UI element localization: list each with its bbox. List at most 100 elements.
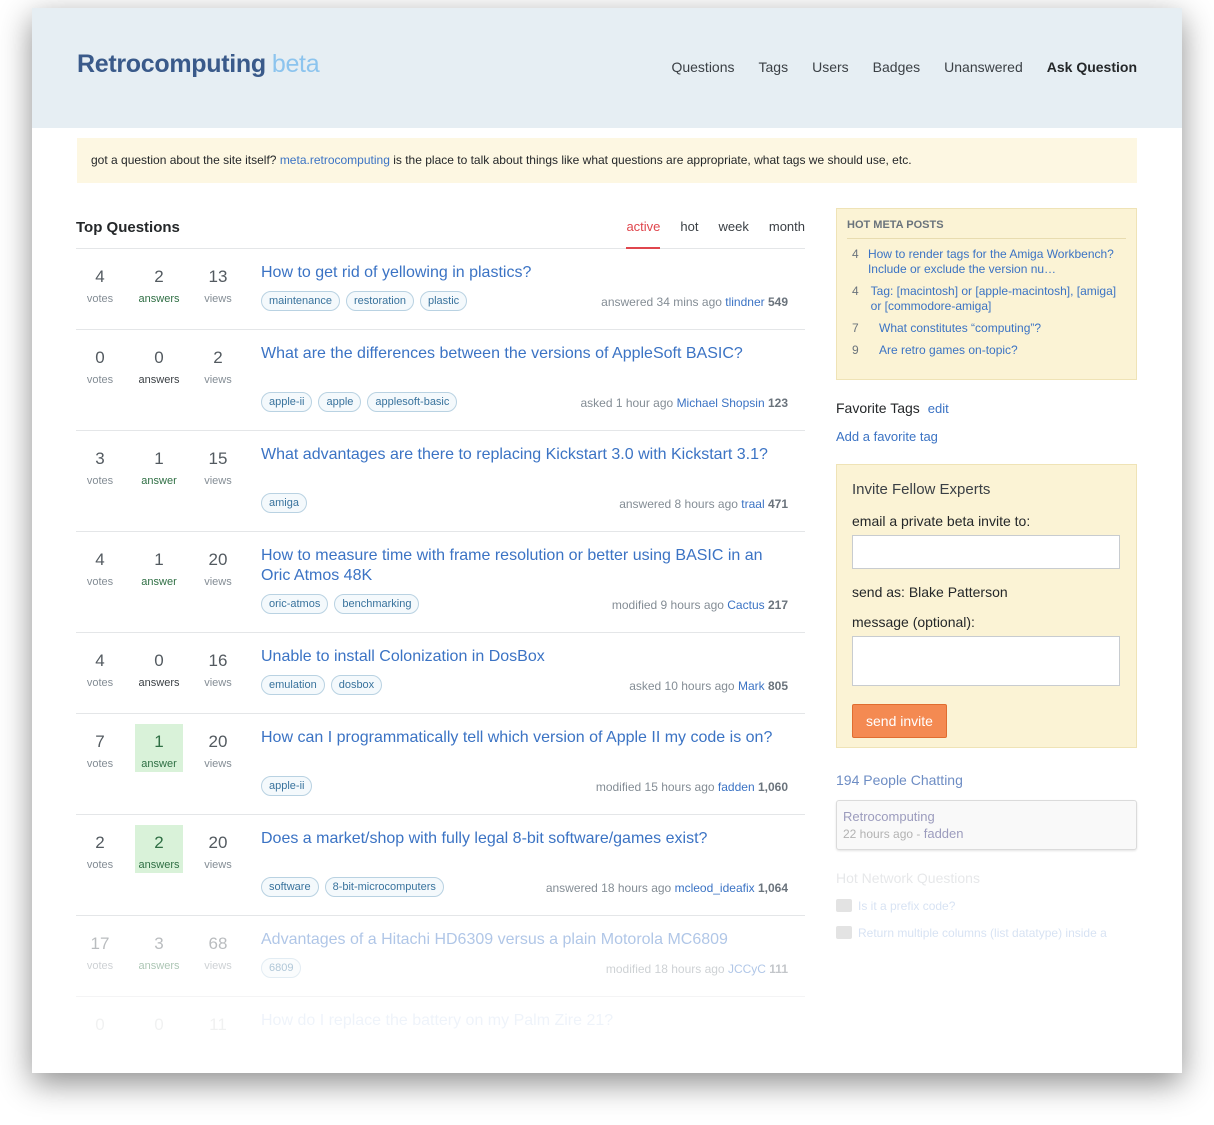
views-number: 20 — [208, 833, 228, 852]
user-link[interactable]: Cactus — [727, 598, 764, 612]
question-row: 0 0 11 How do I replace the battery on my P… — [76, 997, 805, 1073]
tag-list: maintenance restoration plastic — [261, 291, 468, 311]
views-label: views — [204, 960, 232, 972]
views-count: 15 views — [194, 449, 242, 489]
views-count: 13 views — [194, 267, 242, 307]
chat-room-card[interactable]: Retrocomputing 22 hours ago - fadden — [836, 800, 1137, 850]
question-title-link[interactable]: How to get rid of yellowing in plastics? — [261, 263, 781, 283]
hot-meta-link[interactable]: Are retro games on-topic? — [879, 343, 1018, 358]
nav-questions[interactable]: Questions — [671, 59, 734, 75]
tag-apple[interactable]: apple — [318, 392, 362, 412]
question-title-link[interactable]: Advantages of a Hitachi HD6309 versus a … — [261, 930, 781, 950]
views-count: 20 views — [194, 833, 242, 873]
chat-user[interactable]: fadden — [924, 826, 964, 841]
email-input[interactable] — [852, 535, 1120, 569]
nav-unanswered[interactable]: Unanswered — [944, 59, 1023, 75]
tab-month[interactable]: month — [769, 219, 805, 249]
tag-benchmarking[interactable]: benchmarking — [334, 594, 420, 614]
tag-software[interactable]: software — [261, 877, 319, 897]
chat-room-name[interactable]: Retrocomputing — [843, 809, 1130, 824]
answers-label: answers — [138, 293, 180, 305]
hot-meta-count: 9 — [852, 343, 859, 357]
answers-label: answers — [138, 677, 180, 689]
tag-restoration[interactable]: restoration — [346, 291, 414, 311]
votes-count: 4 votes — [76, 267, 124, 307]
tag-applesoft-basic[interactable]: applesoft-basic — [367, 392, 458, 412]
hot-meta-link[interactable]: Tag: [macintosh] or [apple-macintosh], [… — [871, 284, 1126, 314]
send-invite-button[interactable]: send invite — [852, 704, 947, 738]
question-title-link[interactable]: How do I replace the battery on my Palm … — [261, 1011, 781, 1031]
hot-network-item[interactable]: Return multiple columns (list datatype) … — [858, 926, 1107, 940]
tab-active[interactable]: active — [626, 219, 661, 249]
tag-apple-ii[interactable]: apple-ii — [261, 776, 313, 796]
nav-users[interactable]: Users — [812, 59, 849, 75]
question-title-link[interactable]: What advantages are there to replacing K… — [261, 445, 781, 465]
question-title-link[interactable]: Unable to install Colonization in DosBox — [261, 647, 781, 667]
tag-maintenance[interactable]: maintenance — [261, 291, 340, 311]
question-title-link[interactable]: What are the differences between the ver… — [261, 344, 781, 364]
question-row: 2 votes 2 answers 20 views Does a market/shop … — [76, 815, 805, 916]
votes-count: 7 votes — [76, 732, 124, 772]
hot-network-item[interactable]: Is it a prefix code? — [858, 899, 955, 913]
tag-apple-ii[interactable]: apple-ii — [261, 392, 313, 412]
user-link[interactable]: JCCyC — [728, 962, 766, 976]
question-title-link[interactable]: Does a market/shop with fully legal 8-bi… — [261, 829, 781, 849]
answers-count: 0 answers — [135, 348, 183, 388]
question-row: 3 votes 1 answer 15 views What advantages are … — [76, 431, 805, 532]
tab-week[interactable]: week — [719, 219, 749, 249]
message-input[interactable] — [852, 636, 1120, 686]
favorite-tags: Favorite Tags edit — [836, 400, 1137, 416]
question-title-link[interactable]: How to measure time with frame resolutio… — [261, 546, 781, 586]
activity-text: asked 10 hours ago — [629, 679, 735, 693]
hot-meta-link[interactable]: How to render tags for the Amiga Workben… — [868, 247, 1126, 277]
user-link[interactable]: Mark — [738, 679, 765, 693]
activity-text: modified 9 hours ago — [611, 598, 724, 612]
tag-dosbox[interactable]: dosbox — [330, 675, 383, 695]
question-title-link[interactable]: How can I programmatically tell which ve… — [261, 728, 781, 748]
user-link[interactable]: Michael Shopsin — [677, 396, 765, 410]
tag-plastic[interactable]: plastic — [419, 291, 468, 311]
nav-badges[interactable]: Badges — [873, 59, 920, 75]
site-header: Retrocomputing beta Questions Tags Users … — [32, 8, 1182, 128]
tag-6809[interactable]: 6809 — [261, 958, 302, 978]
question-row: 0 votes 0 answers 2 views What are the differe… — [76, 330, 805, 431]
answers-number: 0 — [154, 1015, 164, 1034]
tag-8-bit-microcomputers[interactable]: 8-bit-microcomputers — [324, 877, 444, 897]
user-link[interactable]: tlindner — [725, 295, 764, 309]
votes-label: votes — [86, 374, 114, 386]
edit-favorite-tags-link[interactable]: edit — [928, 401, 949, 416]
ask-question-link[interactable]: Ask Question — [1047, 59, 1137, 75]
answers-count: 3 answers — [135, 934, 183, 974]
tab-hot[interactable]: hot — [680, 219, 698, 249]
tag-oric-atmos[interactable]: oric-atmos — [261, 594, 329, 614]
hot-meta-count: 4 — [852, 247, 859, 261]
hot-meta-link[interactable]: What constitutes “computing”? — [879, 321, 1041, 336]
chat-count-link[interactable]: 194 People Chatting — [836, 772, 1137, 788]
views-number: 15 — [208, 449, 228, 468]
site-logo[interactable]: Retrocomputing beta — [77, 50, 320, 79]
hot-meta-posts: HOT META POSTS 4 How to render tags for t… — [836, 208, 1137, 380]
answers-count: 2 answers — [135, 825, 183, 873]
views-count: 20 views — [194, 732, 242, 772]
tag-amiga[interactable]: amiga — [261, 493, 307, 513]
answers-number: 1 — [154, 550, 164, 569]
views-count: 11 — [194, 1015, 242, 1037]
site-icon — [836, 926, 852, 939]
meta-link[interactable]: meta.retrocomputing — [280, 153, 390, 167]
tag-list: oric-atmos benchmarking — [261, 594, 420, 614]
answers-number: 1 — [154, 449, 164, 468]
nav-tags[interactable]: Tags — [759, 59, 789, 75]
user-link[interactable]: fadden — [718, 780, 755, 794]
votes-count: 3 votes — [76, 449, 124, 489]
user-link[interactable]: traal — [741, 497, 764, 511]
invite-title: Invite Fellow Experts — [852, 481, 991, 498]
tag-emulation[interactable]: emulation — [261, 675, 325, 695]
votes-number: 0 — [95, 348, 105, 367]
views-label: views — [204, 576, 232, 588]
answers-label: answers — [138, 960, 180, 972]
browser-page: Retrocomputing beta Questions Tags Users … — [32, 8, 1182, 1073]
views-number: 20 — [208, 732, 228, 751]
add-favorite-tag-link[interactable]: Add a favorite tag — [836, 429, 938, 444]
question-meta: asked 10 hours ago Mark 805 — [629, 679, 788, 693]
user-link[interactable]: mcleod_ideafix — [675, 881, 755, 895]
